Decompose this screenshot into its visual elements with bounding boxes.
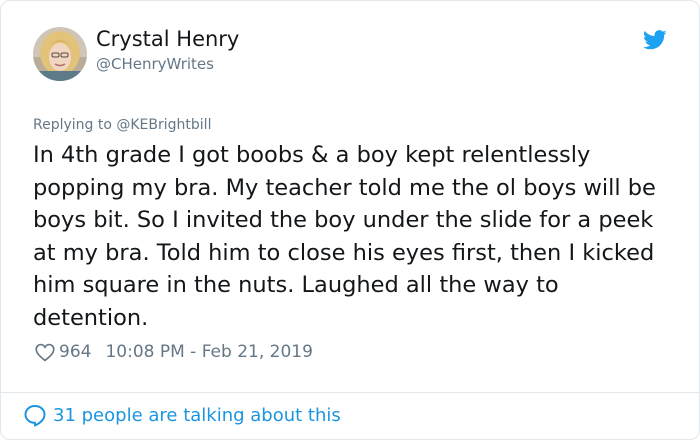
twitter-bird-icon[interactable] (642, 29, 667, 51)
timestamp[interactable]: 10:08 PM - Feb 21, 2019 (105, 342, 312, 362)
like-count[interactable]: 964 (59, 342, 91, 362)
avatar[interactable] (33, 27, 87, 81)
conversation-label[interactable]: 31 people are talking about this (53, 405, 341, 426)
speech-bubble-icon (23, 404, 47, 427)
divider (1, 392, 699, 393)
display-name[interactable]: Crystal Henry (96, 27, 239, 51)
tweet-card: Crystal Henry @CHenryWrites Replying to … (0, 0, 700, 440)
heart-icon[interactable] (35, 343, 55, 362)
conversation-link[interactable]: 31 people are talking about this (23, 404, 341, 427)
tweet-text: In 4th grade I got boobs & a boy kept re… (33, 142, 656, 331)
user-handle[interactable]: @CHenryWrites (96, 55, 214, 73)
avatar-image (33, 27, 87, 81)
tweet-meta: 964 10:08 PM - Feb 21, 2019 (35, 342, 313, 362)
replying-to[interactable]: Replying to @KEBrightbill (33, 117, 211, 133)
